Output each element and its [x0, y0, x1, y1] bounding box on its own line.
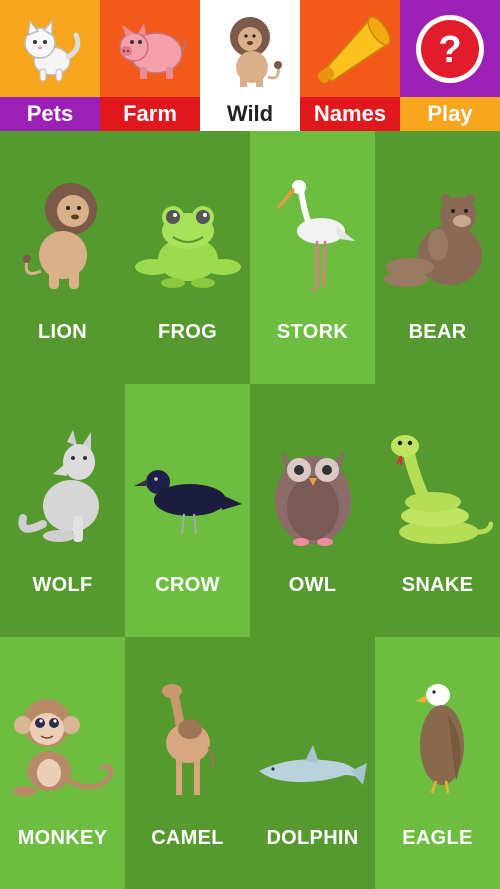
animal-name: STORK [276, 321, 349, 343]
megaphone-icon [317, 15, 390, 83]
animal-name: BEAR [408, 321, 467, 343]
animal-grid: LION FROG STORK BEAR WOLF CROW OWL SNAKE… [0, 131, 500, 889]
animal-card-snake[interactable]: SNAKE [375, 384, 500, 637]
bear-icon [384, 194, 482, 287]
animal-name: LION [38, 321, 87, 343]
snake-picture [375, 398, 500, 548]
animal-name: EAGLE [402, 827, 473, 849]
animal-name: FROG [158, 321, 217, 343]
animal-card-monkey[interactable]: MONKEY [0, 637, 125, 889]
animal-card-owl[interactable]: OWL [250, 384, 375, 637]
animal-card-dolphin[interactable]: DOLPHIN [250, 637, 375, 889]
animal-name: MONKEY [17, 827, 108, 849]
animal-card-lion[interactable]: LION [0, 131, 125, 384]
tab-play[interactable]: ? Play [400, 0, 500, 131]
camel-icon [161, 684, 214, 795]
owl-icon [274, 450, 351, 546]
tab-wild[interactable]: Wild [200, 0, 300, 131]
animal-card-stork[interactable]: STORK [250, 131, 375, 384]
animal-name: CAMEL [151, 827, 224, 849]
owl-picture [250, 398, 375, 548]
eagle-icon [415, 684, 464, 794]
stork-icon [276, 180, 355, 292]
tab-farm-label: Farm [100, 97, 200, 131]
pig-icon [119, 22, 187, 79]
tab-farm-art [100, 0, 200, 97]
animal-card-camel[interactable]: CAMEL [125, 637, 250, 889]
lion-icon [230, 16, 282, 87]
svg-text:?: ? [438, 29, 461, 71]
monkey-picture [0, 651, 125, 801]
snake-icon [390, 435, 493, 544]
tab-play-label: Play [400, 97, 500, 131]
animal-name: WOLF [32, 574, 93, 596]
animal-card-eagle[interactable]: EAGLE [375, 637, 500, 889]
animal-card-wolf[interactable]: WOLF [0, 384, 125, 637]
monkey-icon [13, 699, 114, 796]
dolphin-icon [259, 745, 367, 785]
tab-pets[interactable]: Pets [0, 0, 100, 131]
eagle-picture [375, 651, 500, 801]
cat-icon [24, 18, 81, 81]
lion-picture [0, 145, 125, 295]
tab-wild-label: Wild [200, 97, 300, 131]
animal-card-crow[interactable]: CROW [125, 384, 250, 637]
stork-picture [250, 145, 375, 295]
camel-picture [125, 651, 250, 801]
tab-pets-label: Pets [0, 97, 100, 131]
animal-name: CROW [155, 574, 220, 596]
dolphin-picture [250, 651, 375, 801]
frog-icon [134, 206, 241, 288]
wolf-picture [0, 398, 125, 548]
animal-name: SNAKE [401, 574, 474, 596]
bear-picture [375, 145, 500, 295]
question-icon: ? [416, 14, 484, 83]
crow-picture [125, 398, 250, 548]
tab-pets-art [0, 0, 100, 97]
tab-play-art: ? [400, 0, 500, 97]
tab-farm[interactable]: Farm [100, 0, 200, 131]
crow-icon [134, 470, 242, 535]
category-tab-bar: Pets Farm Wild Names ? Play [0, 0, 500, 131]
tab-names-art [300, 0, 400, 97]
lion-icon [22, 183, 97, 289]
animal-card-bear[interactable]: BEAR [375, 131, 500, 384]
frog-picture [125, 145, 250, 295]
wolf-icon [17, 430, 99, 542]
tab-names-label: Names [300, 97, 400, 131]
tab-wild-art [200, 0, 300, 97]
tab-names[interactable]: Names [300, 0, 400, 131]
animal-name: OWL [288, 574, 337, 596]
animal-card-frog[interactable]: FROG [125, 131, 250, 384]
animal-name: DOLPHIN [266, 827, 359, 849]
